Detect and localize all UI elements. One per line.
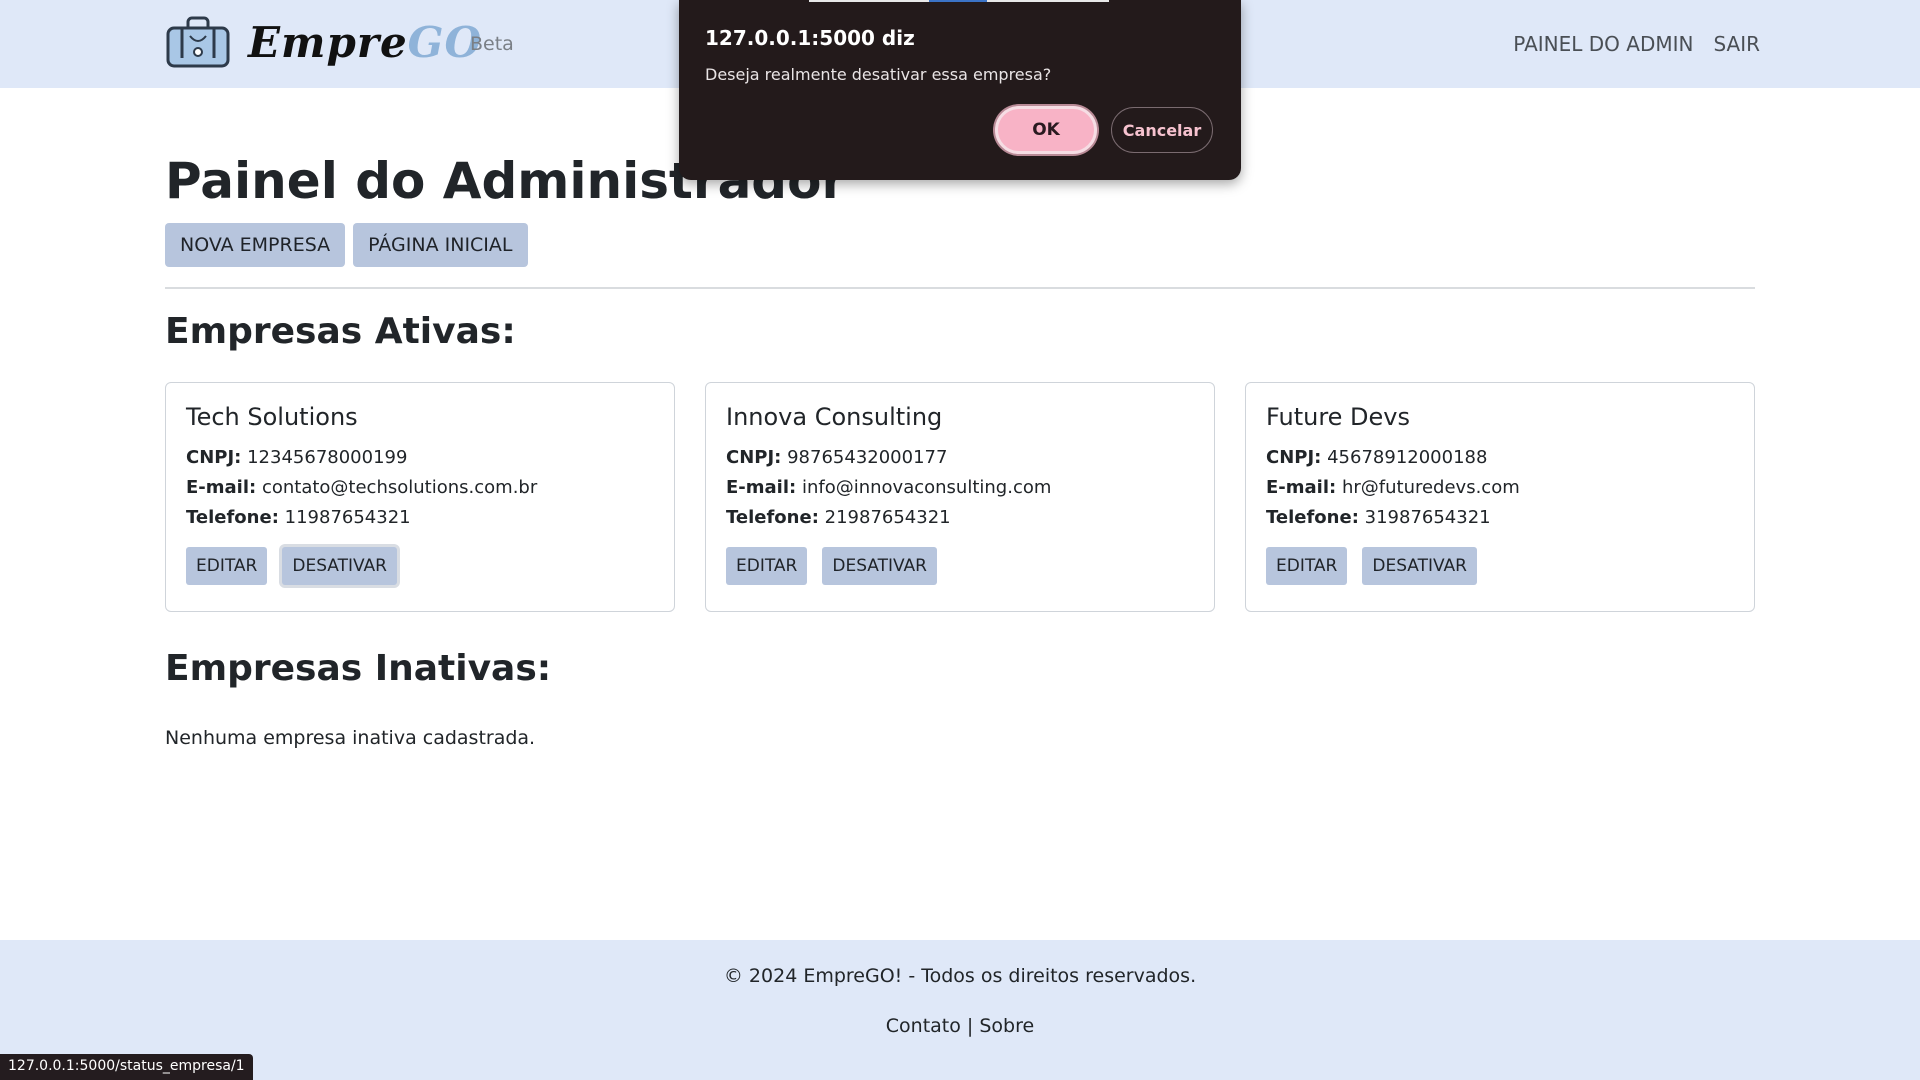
confirm-dialog: 127.0.0.1:5000 diz Deseja realmente desa…	[679, 0, 1241, 180]
inactive-companies-title: Empresas Inativas:	[165, 648, 552, 689]
phone-value: 11987654321	[284, 507, 411, 528]
email-value: info@innovaconsulting.com	[801, 477, 1052, 498]
active-companies-list: Tech Solutions CNPJ: 12345678000199 E-ma…	[165, 382, 1755, 612]
card-actions: EDITAR DESATIVAR	[1266, 547, 1734, 585]
brand-logo[interactable]: EmpreGO	[164, 14, 482, 70]
cnpj-label: CNPJ:	[186, 447, 242, 468]
deactivate-button[interactable]: DESATIVAR	[282, 547, 397, 585]
card-actions: EDITAR DESATIVAR	[186, 547, 654, 585]
company-email: E-mail: contato@techsolutions.com.br	[186, 473, 654, 503]
phone-label: Telefone:	[726, 507, 819, 528]
edit-button[interactable]: EDITAR	[186, 547, 268, 585]
company-name: Future Devs	[1266, 403, 1411, 431]
inactive-empty-message: Nenhuma empresa inativa cadastrada.	[165, 727, 536, 749]
nav-admin-panel-link[interactable]: PAINEL DO ADMIN	[1513, 32, 1693, 56]
beta-label: Beta	[470, 33, 514, 55]
email-value: contato@techsolutions.com.br	[261, 477, 538, 498]
active-companies-title: Empresas Ativas:	[165, 311, 516, 352]
footer-about-link[interactable]: Sobre	[979, 1015, 1034, 1037]
company-email: E-mail: hr@futuredevs.com	[1266, 473, 1734, 503]
email-label: E-mail:	[1266, 477, 1337, 498]
action-buttons: NOVA EMPRESA PÁGINA INICIAL	[165, 223, 1755, 267]
main-content: Painel do Administrador NOVA EMPRESA PÁG…	[165, 140, 1755, 749]
company-cnpj: CNPJ: 45678912000188	[1266, 443, 1734, 473]
dialog-message: Deseja realmente desativar essa empresa?	[705, 65, 1052, 84]
cnpj-label: CNPJ:	[1266, 447, 1322, 468]
nav-links: PAINEL DO ADMIN SAIR	[1513, 32, 1760, 56]
cnpj-value: 45678912000188	[1327, 447, 1488, 468]
phone-value: 21987654321	[824, 507, 951, 528]
company-cnpj: CNPJ: 12345678000199	[186, 443, 654, 473]
deactivate-button[interactable]: DESATIVAR	[822, 547, 937, 585]
email-label: E-mail:	[726, 477, 797, 498]
footer-contact-link[interactable]: Contato	[886, 1015, 961, 1037]
dialog-cancel-button[interactable]: Cancelar	[1111, 107, 1213, 153]
footer-separator: |	[966, 1015, 974, 1037]
company-phone: Telefone: 11987654321	[186, 503, 654, 533]
edit-button[interactable]: EDITAR	[726, 547, 808, 585]
cnpj-value: 98765432000177	[787, 447, 948, 468]
divider	[165, 287, 1755, 289]
company-email: E-mail: info@innovaconsulting.com	[726, 473, 1194, 503]
footer-links: Contato | Sobre	[0, 1015, 1920, 1037]
home-page-button[interactable]: PÁGINA INICIAL	[353, 223, 528, 267]
nav-logout-link[interactable]: SAIR	[1713, 32, 1760, 56]
phone-value: 31987654321	[1364, 507, 1491, 528]
footer: © 2024 EmpreGO! - Todos os direitos rese…	[0, 940, 1920, 1080]
brand-name-part1: Empre	[248, 17, 408, 67]
edit-button[interactable]: EDITAR	[1266, 547, 1348, 585]
dialog-top-strip-accent	[929, 0, 987, 2]
briefcase-logo-icon	[166, 16, 230, 68]
browser-status-url: 127.0.0.1:5000/status_empresa/1	[0, 1054, 253, 1080]
dialog-ok-button[interactable]: OK	[995, 106, 1097, 154]
email-label: E-mail:	[186, 477, 257, 498]
card-actions: EDITAR DESATIVAR	[726, 547, 1194, 585]
company-card: Tech Solutions CNPJ: 12345678000199 E-ma…	[165, 382, 675, 612]
deactivate-button[interactable]: DESATIVAR	[1362, 547, 1477, 585]
brand-name: EmpreGO	[248, 18, 482, 67]
phone-label: Telefone:	[186, 507, 279, 528]
company-cnpj: CNPJ: 98765432000177	[726, 443, 1194, 473]
company-phone: Telefone: 31987654321	[1266, 503, 1734, 533]
company-card: Future Devs CNPJ: 45678912000188 E-mail:…	[1245, 382, 1755, 612]
cnpj-label: CNPJ:	[726, 447, 782, 468]
company-name: Tech Solutions	[186, 403, 358, 431]
company-phone: Telefone: 21987654321	[726, 503, 1194, 533]
company-card: Innova Consulting CNPJ: 98765432000177 E…	[705, 382, 1215, 612]
new-company-button[interactable]: NOVA EMPRESA	[165, 223, 346, 267]
company-name: Innova Consulting	[726, 403, 943, 431]
email-value: hr@futuredevs.com	[1341, 477, 1520, 498]
footer-copyright: © 2024 EmpreGO! - Todos os direitos rese…	[723, 965, 1197, 987]
phone-label: Telefone:	[1266, 507, 1359, 528]
dialog-title: 127.0.0.1:5000 diz	[705, 26, 915, 50]
cnpj-value: 12345678000199	[247, 447, 408, 468]
dialog-top-strip	[809, 0, 1109, 2]
